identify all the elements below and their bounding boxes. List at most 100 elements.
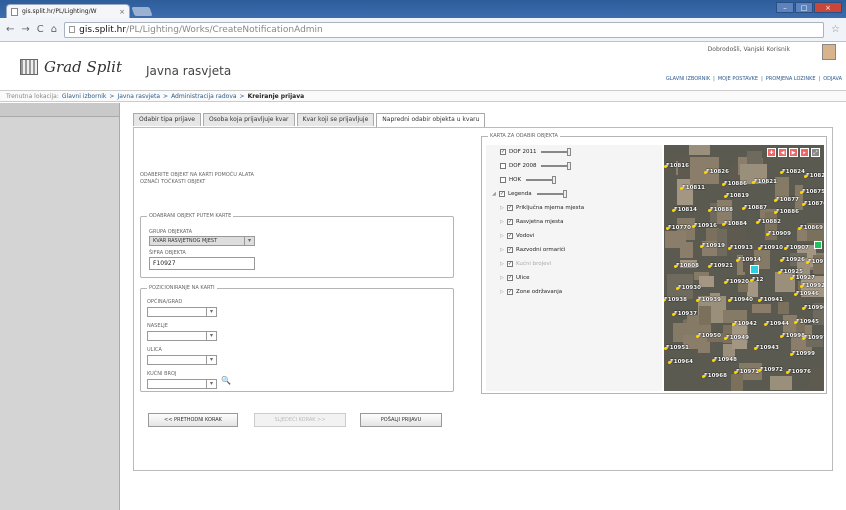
lamp-point-marker[interactable]	[802, 203, 805, 206]
lamp-point-label[interactable]: F10913	[730, 245, 753, 251]
expand-toggle-icon[interactable]: ▷	[500, 275, 504, 281]
lamp-point-marker[interactable]	[800, 191, 803, 194]
breadcrumb-item[interactable]: Administracija radova	[171, 93, 236, 100]
lamp-point-label[interactable]: F10938	[664, 297, 687, 303]
lamp-point-label[interactable]: F10886	[724, 181, 747, 187]
lamp-point-marker[interactable]	[800, 285, 803, 288]
lamp-point-marker[interactable]	[668, 361, 671, 364]
lamp-point-marker[interactable]	[692, 225, 695, 228]
lamp-point-label[interactable]: F10948	[714, 357, 737, 363]
lamp-point-label[interactable]: F10824	[782, 169, 805, 175]
expand-icon[interactable]: ⤢	[811, 148, 820, 157]
lamp-point-marker[interactable]	[664, 347, 667, 350]
lamp-point-marker[interactable]	[766, 233, 769, 236]
lamp-point-label[interactable]: F10811	[682, 185, 705, 191]
lamp-point-label[interactable]: F10996	[804, 305, 824, 311]
lamp-point-label[interactable]: F10888	[710, 207, 733, 213]
menu-settings[interactable]: MOJE POSTAVKE	[718, 76, 758, 82]
cabinet-marker[interactable]	[814, 241, 822, 249]
lamp-point-marker[interactable]	[780, 335, 783, 338]
lamp-point-marker[interactable]	[672, 209, 675, 212]
lamp-point-marker[interactable]	[722, 223, 725, 226]
layer-legenda[interactable]: ◢ ✓ Legenda	[492, 190, 567, 198]
lamp-point-marker[interactable]	[798, 227, 801, 230]
lamp-point-marker[interactable]	[724, 281, 727, 284]
lamp-point-marker[interactable]	[732, 323, 735, 326]
lamp-point-marker[interactable]	[806, 261, 809, 264]
opacity-slider[interactable]	[536, 190, 567, 198]
search-icon[interactable]: 🔍	[221, 376, 231, 385]
lamp-point-label[interactable]: F10978	[808, 259, 824, 265]
lamp-point-marker[interactable]	[786, 371, 789, 374]
lamp-point-label[interactable]: F10876	[804, 201, 824, 207]
opacity-slider[interactable]	[541, 148, 572, 156]
lamp-point-marker[interactable]	[754, 347, 757, 350]
lamp-point-marker[interactable]	[712, 359, 715, 362]
tab-reporter[interactable]: Osoba koja prijavljuje kvar	[203, 113, 295, 126]
lamp-point-label[interactable]: F10877	[776, 197, 799, 203]
lamp-point-marker[interactable]	[700, 245, 703, 248]
layer-checkbox[interactable]: ✓	[507, 289, 513, 295]
close-tab-icon[interactable]: ×	[119, 8, 125, 16]
lamp-point-label[interactable]: F10816	[666, 163, 689, 169]
play-icon[interactable]: ▶	[789, 148, 798, 157]
close-window-icon[interactable]: ×	[814, 2, 842, 13]
layer-checkbox[interactable]: ✓	[500, 149, 506, 155]
layer-checkbox[interactable]: ✓	[507, 219, 513, 225]
breadcrumb-item[interactable]: Glavni izbornik	[62, 93, 107, 100]
lamp-point-label[interactable]: F10972	[760, 367, 783, 373]
layer-razvodni-ormarići[interactable]: ▷ ✓ Razvodni ormarići	[500, 247, 565, 253]
lamp-point-marker[interactable]	[758, 369, 761, 372]
lamp-point-marker[interactable]	[728, 247, 731, 250]
lamp-point-marker[interactable]	[802, 337, 805, 340]
lamp-point-label[interactable]: F10992	[802, 283, 824, 289]
layer-zone-održavanja[interactable]: ▷ ✓ Zone održavanja	[500, 289, 562, 295]
menu-logout[interactable]: ODJAVA	[823, 76, 842, 82]
lamp-point-marker[interactable]	[696, 335, 699, 338]
lamp-point-label[interactable]: F10826	[806, 173, 824, 179]
lamp-point-label[interactable]: F10944	[766, 321, 789, 327]
lamp-point-marker[interactable]	[752, 181, 755, 184]
lamp-point-marker[interactable]	[680, 187, 683, 190]
lamp-point-marker[interactable]	[704, 171, 707, 174]
lamp-point-marker[interactable]	[708, 265, 711, 268]
lamp-point-label[interactable]: F10808	[676, 263, 699, 269]
expand-toggle-icon[interactable]: ▷	[500, 219, 504, 225]
lamp-point-label[interactable]: F10826	[706, 169, 729, 175]
lamp-point-label[interactable]: F10886	[776, 209, 799, 215]
layer-ulice[interactable]: ▷ ✓ Ulice	[500, 275, 530, 281]
layer-vodovi[interactable]: ▷ ✓ Vodovi	[500, 233, 534, 239]
lamp-point-marker[interactable]	[794, 293, 797, 296]
layer-checkbox[interactable]	[500, 177, 506, 183]
minimize-icon[interactable]: –	[776, 2, 794, 13]
object-code-input[interactable]: F10927	[149, 257, 255, 270]
previous-step-button[interactable]: << PRETHODNI KORAK	[148, 413, 238, 427]
lamp-point-marker[interactable]	[722, 183, 725, 186]
lamp-point-label[interactable]: F10926	[782, 257, 805, 263]
lamp-point-label[interactable]: F10910	[760, 245, 783, 251]
lamp-point-label[interactable]: F10875	[802, 189, 824, 195]
lamp-point-marker[interactable]	[784, 247, 787, 250]
lamp-point-label[interactable]: F10914	[738, 257, 761, 263]
street-select[interactable]: ▾	[147, 355, 217, 365]
lamp-point-marker[interactable]	[802, 307, 805, 310]
layer-checkbox[interactable]: ✓	[507, 205, 513, 211]
lamp-point-label[interactable]: F10968	[704, 373, 727, 379]
lamp-point-label[interactable]: F10976	[788, 369, 811, 375]
layer-checkbox[interactable]: ✓	[507, 233, 513, 239]
expand-toggle-icon[interactable]: ▷	[500, 247, 504, 253]
logo[interactable]: Grad Split	[20, 58, 122, 76]
menu-change-password[interactable]: PROMJENA LOZINKE	[766, 76, 816, 82]
lamp-point-label[interactable]: F10937	[674, 311, 697, 317]
object-group-select[interactable]: KVAR RASVJETNOG MJEST ▾	[149, 236, 255, 246]
lamp-point-marker[interactable]	[780, 259, 783, 262]
house-number-select[interactable]: ▾	[147, 379, 217, 389]
layer-priključna-mjerna-mjesta[interactable]: ▷ ✓ Priključna mjerna mjesta	[500, 205, 584, 211]
lamp-point-label[interactable]: F10950	[698, 333, 721, 339]
lamp-point-label[interactable]: F10951	[666, 345, 689, 351]
back-icon[interactable]: ←	[6, 24, 14, 35]
pan-left-icon[interactable]: ◀	[778, 148, 787, 157]
new-tab-button[interactable]	[131, 7, 153, 16]
lamp-point-label[interactable]: F10939	[698, 297, 721, 303]
lamp-point-label[interactable]: F10884	[724, 221, 747, 227]
